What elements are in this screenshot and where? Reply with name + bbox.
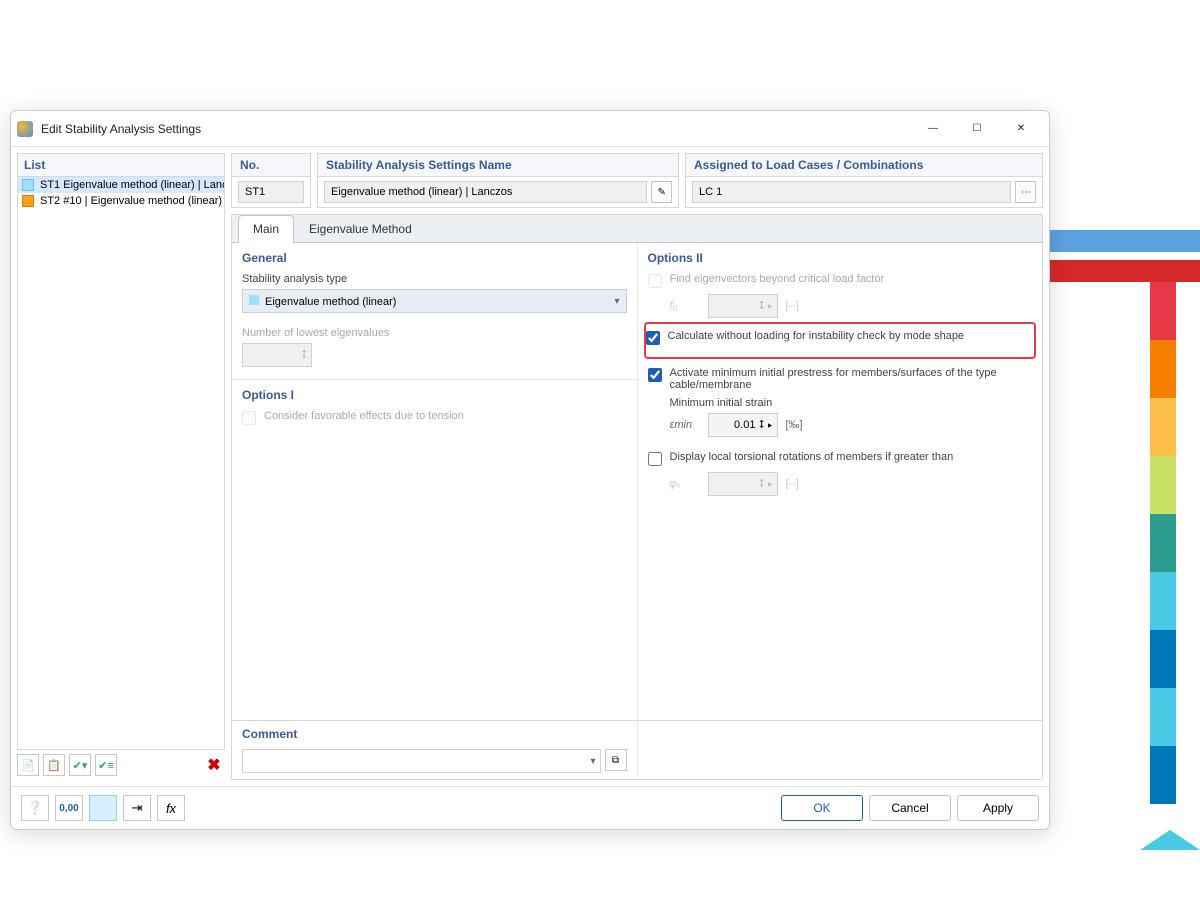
section-title: Comment bbox=[242, 727, 627, 741]
chevron-down-icon: ▾ bbox=[614, 296, 619, 307]
minimize-button[interactable]: — bbox=[911, 114, 955, 144]
maximize-button[interactable]: ☐ bbox=[955, 114, 999, 144]
no-input[interactable] bbox=[238, 181, 304, 203]
phi-unit: [--] bbox=[786, 478, 799, 490]
ok-button[interactable]: OK bbox=[781, 795, 863, 821]
num-eigen-label: Number of lowest eigenvalues bbox=[242, 327, 627, 339]
torsion-row[interactable]: Display local torsional rotations of mem… bbox=[648, 451, 1033, 466]
settings-list[interactable]: ST1 Eigenvalue method (linear) | Lanczos… bbox=[17, 177, 225, 750]
prestress-checkbox[interactable] bbox=[648, 368, 662, 382]
assigned-input[interactable] bbox=[692, 181, 1011, 203]
export-button[interactable]: ⇥ bbox=[123, 795, 151, 821]
emin-input[interactable]: 0.01 ⭥ ▸ bbox=[708, 413, 778, 437]
help-button[interactable]: ❔ bbox=[21, 795, 49, 821]
select-swatch-icon bbox=[249, 295, 259, 305]
prestress-row[interactable]: Activate minimum initial prestress for m… bbox=[648, 367, 1033, 391]
apply-button[interactable]: Apply bbox=[957, 795, 1039, 821]
content-area: No. Stability Analysis Settings Name ✎ A… bbox=[231, 153, 1043, 780]
titlebar: Edit Stability Analysis Settings — ☐ ✕ bbox=[11, 111, 1049, 147]
cancel-button[interactable]: Cancel bbox=[869, 795, 951, 821]
tension-checkbox-row: Consider favorable effects due to tensio… bbox=[242, 410, 627, 425]
delete-item-button[interactable]: ✖ bbox=[203, 754, 225, 776]
no-header: No. bbox=[232, 154, 310, 177]
pick-loadcase-button[interactable]: ⋯ bbox=[1015, 181, 1036, 203]
f0-unit: [--] bbox=[786, 300, 799, 312]
comment-combo[interactable]: ▾ bbox=[242, 749, 601, 773]
comment-expand-button[interactable]: ⧉ bbox=[605, 749, 627, 771]
tension-checkbox bbox=[242, 411, 256, 425]
dialog-title: Edit Stability Analysis Settings bbox=[41, 122, 911, 136]
list-item-code: ST2 bbox=[40, 195, 60, 207]
no-field-group: No. bbox=[231, 153, 311, 208]
select-value: Eigenvalue method (linear) bbox=[265, 296, 396, 308]
f0-label: f₀ bbox=[670, 300, 700, 312]
new-item-button[interactable]: 📄 bbox=[17, 754, 39, 776]
section-title: Options II bbox=[648, 251, 1033, 265]
find-eigen-checkbox bbox=[648, 274, 662, 288]
list-swatch-icon bbox=[22, 179, 34, 191]
f0-input: ⭥ ▸ bbox=[708, 294, 778, 318]
num-eigen-input: ⭥ bbox=[242, 343, 312, 367]
calc-without-loading-row[interactable]: Calculate without loading for instabilit… bbox=[646, 330, 1029, 345]
list-header: List bbox=[17, 153, 225, 177]
units-button[interactable]: 0,00 bbox=[55, 795, 83, 821]
name-field-group: Stability Analysis Settings Name ✎ bbox=[317, 153, 679, 208]
options2-section: Options II Find eigenvectors beyond crit… bbox=[638, 243, 1043, 720]
highlighted-option: Calculate without loading for instabilit… bbox=[644, 322, 1037, 359]
min-strain-label: Minimum initial strain bbox=[670, 397, 773, 409]
section-title: General bbox=[242, 251, 627, 265]
copy-item-button[interactable]: 📋 bbox=[43, 754, 65, 776]
list-item[interactable]: ST2 #10 | Eigenvalue method (linear) | L… bbox=[18, 193, 224, 209]
torsion-label: Display local torsional rotations of mem… bbox=[670, 451, 954, 463]
emin-value: 0.01 bbox=[734, 419, 755, 431]
background-model bbox=[1050, 230, 1200, 830]
prestress-label: Activate minimum initial prestress for m… bbox=[670, 367, 1033, 391]
list-item-label: #10 | Eigenvalue method (linear) | Lancz… bbox=[63, 195, 225, 207]
name-header: Stability Analysis Settings Name bbox=[318, 154, 678, 177]
find-eigen-checkbox-row: Find eigenvectors beyond critical load f… bbox=[648, 273, 1033, 288]
list-item-label: Eigenvalue method (linear) | Lanczos bbox=[63, 179, 225, 191]
dialog-footer: ❔ 0,00 ⇥ fx OK Cancel Apply bbox=[11, 786, 1049, 829]
list-item-code: ST1 bbox=[40, 179, 60, 191]
chevron-down-icon: ▾ bbox=[590, 756, 595, 767]
name-input[interactable] bbox=[324, 181, 647, 203]
section-title: Options I bbox=[242, 388, 627, 402]
list-toolbar: 📄 📋 ✔▾ ✔≡ ✖ bbox=[17, 750, 225, 780]
general-section: General Stability analysis type Eigenval… bbox=[232, 243, 637, 380]
assigned-header: Assigned to Load Cases / Combinations bbox=[686, 154, 1042, 177]
list-swatch-icon bbox=[22, 195, 34, 207]
stability-type-select[interactable]: Eigenvalue method (linear) ▾ bbox=[242, 289, 627, 313]
phi-input: ⭥ ▸ bbox=[708, 472, 778, 496]
tension-label: Consider favorable effects due to tensio… bbox=[264, 410, 464, 422]
stability-type-label: Stability analysis type bbox=[242, 273, 627, 285]
function-button[interactable]: fx bbox=[157, 795, 185, 821]
filter-button[interactable]: ✔≡ bbox=[95, 754, 117, 776]
comment-section: Comment ▾ ⧉ bbox=[232, 720, 637, 779]
list-panel: List ST1 Eigenvalue method (linear) | La… bbox=[17, 153, 225, 780]
check-button[interactable]: ✔▾ bbox=[69, 754, 91, 776]
torsion-checkbox[interactable] bbox=[648, 452, 662, 466]
phi-label: φₓ bbox=[670, 478, 700, 490]
assigned-field-group: Assigned to Load Cases / Combinations ⋯ bbox=[685, 153, 1043, 208]
options1-section: Options I Consider favorable effects due… bbox=[232, 380, 637, 720]
edit-name-button[interactable]: ✎ bbox=[651, 181, 672, 203]
calc-without-loading-label: Calculate without loading for instabilit… bbox=[668, 330, 965, 342]
list-item[interactable]: ST1 Eigenvalue method (linear) | Lanczos bbox=[18, 177, 224, 193]
emin-label: εmin bbox=[670, 419, 700, 431]
color-button[interactable] bbox=[89, 795, 117, 821]
find-eigen-label: Find eigenvectors beyond critical load f… bbox=[670, 273, 885, 285]
stability-settings-dialog: Edit Stability Analysis Settings — ☐ ✕ L… bbox=[10, 110, 1050, 830]
app-icon bbox=[17, 121, 33, 137]
tab-eigenvalue-method[interactable]: Eigenvalue Method bbox=[294, 215, 427, 242]
emin-unit: [‰] bbox=[786, 419, 803, 431]
calc-without-loading-checkbox[interactable] bbox=[646, 331, 660, 345]
close-button[interactable]: ✕ bbox=[999, 114, 1043, 144]
tab-main[interactable]: Main bbox=[238, 215, 294, 243]
tabs: Main Eigenvalue Method bbox=[232, 215, 1042, 243]
